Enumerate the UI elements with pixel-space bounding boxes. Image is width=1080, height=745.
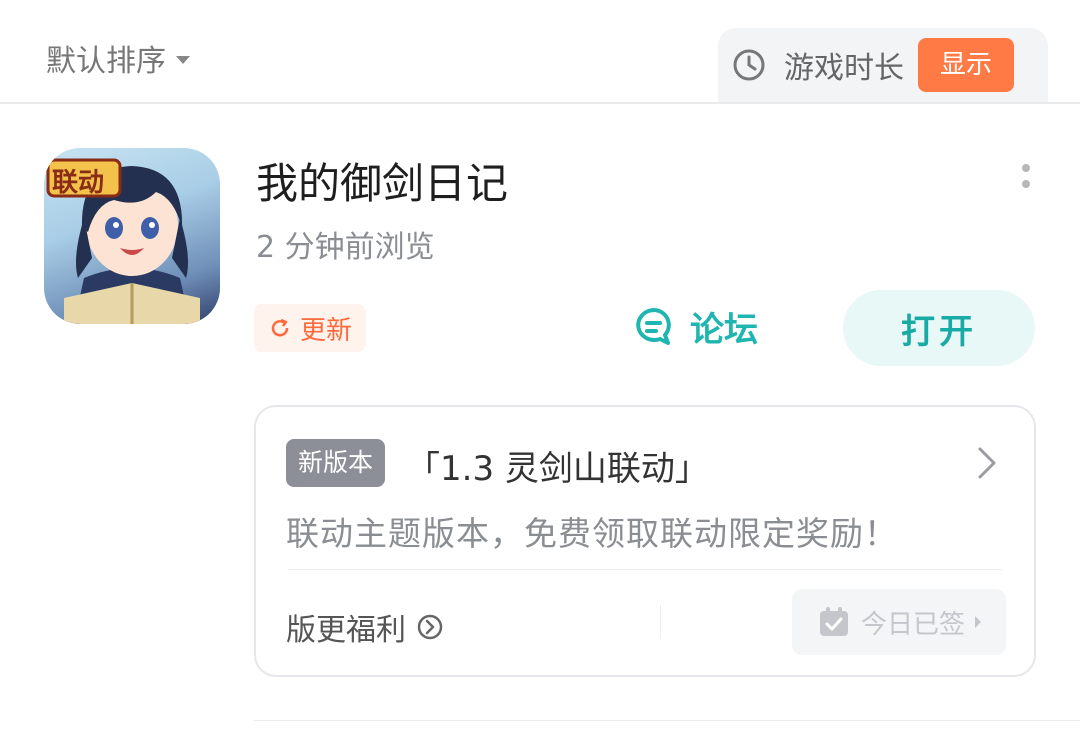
open-game-button[interactable]: 打开: [843, 290, 1035, 366]
sort-label: 默认排序: [46, 44, 166, 79]
refresh-icon: [271, 318, 289, 337]
calendar-check-icon: [819, 607, 848, 636]
update-badge: 更新: [254, 304, 367, 352]
version-benefit-link[interactable]: 版更福利: [286, 605, 444, 649]
playtime-label: 游戏时长: [784, 51, 904, 86]
version-card[interactable]: 新版本 「1.3 灵剑山联动」 联动主题版本，免费领取联动限定奖励！ 版更福利 …: [254, 405, 1036, 677]
icon-badge-text: 联动: [52, 168, 105, 198]
daily-signin-button[interactable]: 今日已签: [792, 589, 1006, 655]
update-label: 更新: [300, 315, 353, 346]
divider: [288, 569, 1002, 570]
clock-icon: [733, 49, 765, 81]
sort-dropdown[interactable]: 默认排序: [46, 36, 190, 80]
game-icon[interactable]: 联动: [44, 148, 220, 324]
divider: [660, 605, 661, 639]
divider: [0, 102, 1080, 104]
divider: [254, 720, 1080, 721]
chevron-right-icon[interactable]: [976, 445, 998, 481]
new-version-tag: 新版本: [286, 439, 386, 487]
chat-bubble-icon: [636, 307, 671, 345]
forum-label: 论坛: [690, 310, 758, 350]
caret-down-icon: [176, 56, 190, 64]
benefit-label: 版更福利: [286, 613, 406, 648]
playtime-toggle-bar: 游戏时长 显示: [718, 28, 1048, 102]
game-title[interactable]: 我的御剑日记: [256, 150, 508, 211]
more-options-icon[interactable]: [1016, 164, 1036, 204]
version-title: 「1.3 灵剑山联动」: [406, 449, 709, 489]
signed-label: 今日已签: [860, 609, 965, 640]
viewed-time: 2 分钟前浏览: [256, 230, 435, 265]
circle-chevron-right-icon: [417, 614, 443, 640]
forum-button[interactable]: 论坛: [632, 302, 758, 351]
caret-right-icon: [975, 616, 981, 628]
version-description: 联动主题版本，免费领取联动限定奖励！: [286, 514, 898, 553]
show-playtime-button[interactable]: 显示: [918, 38, 1015, 92]
